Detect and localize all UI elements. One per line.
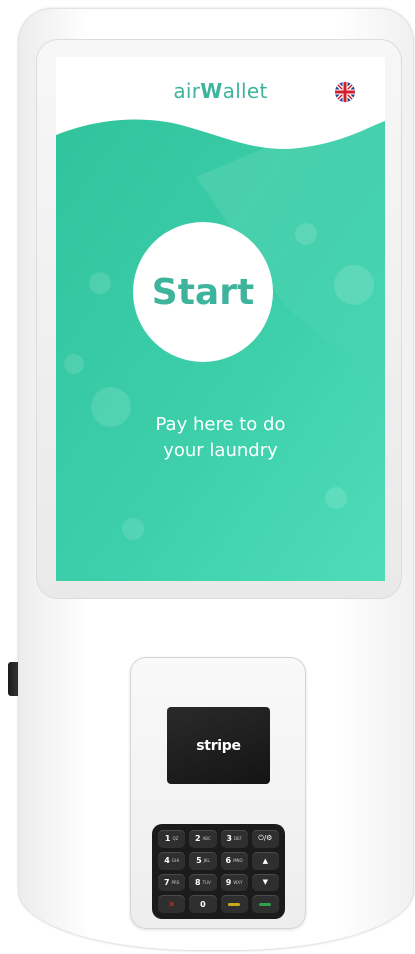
key-1[interactable]: 1 QZ [158, 830, 186, 848]
pay-line-2: your laundry [163, 440, 278, 461]
logo-prefix: air [173, 79, 201, 103]
bubble [325, 487, 347, 509]
stripe-logo: stripe [196, 737, 241, 754]
terminal-screen: stripe [167, 707, 270, 784]
key-down[interactable]: ▼ [251, 873, 279, 892]
key-9[interactable]: 9 WXY [220, 873, 248, 892]
clear-icon [228, 902, 241, 906]
pay-line-1: Pay here to do [155, 414, 286, 435]
confirm-icon [259, 902, 272, 906]
cancel-icon: ✕ [168, 899, 175, 909]
key-0[interactable]: 0 [189, 895, 217, 913]
kiosk-stage: airWallet Start Pay here to do your laun… [0, 0, 415, 954]
bubble [334, 265, 374, 305]
key-3[interactable]: 3 DEF [220, 830, 248, 848]
kiosk-screen: airWallet Start Pay here to do your laun… [56, 57, 385, 581]
pay-instructions: Pay here to do your laundry [56, 412, 385, 464]
start-button[interactable]: Start [133, 222, 273, 362]
key-cancel[interactable]: ✕ [158, 895, 186, 913]
start-label: Start [151, 271, 255, 313]
key-up[interactable]: ▲ [251, 851, 279, 870]
key-2[interactable]: 2 ABC [189, 830, 217, 848]
logo-suffix: allet [222, 79, 268, 103]
key-8[interactable]: 8 TUV [189, 873, 217, 892]
arrow-down-icon: ▼ [262, 878, 269, 887]
card-terminal: stripe 1 QZ 2 ABC 3 DEF ⏻/⚙ 4 GHI 5 JKL 6 MNO … [130, 657, 306, 929]
key-4[interactable]: 4 GHI [158, 851, 186, 870]
logo-bold: W [200, 79, 223, 103]
bubble [122, 518, 144, 540]
uk-flag-icon[interactable] [335, 82, 355, 102]
key-6[interactable]: 6 MNO [220, 851, 248, 870]
arrow-up-icon: ▲ [262, 856, 269, 865]
key-clear[interactable] [220, 895, 248, 913]
bubble [295, 223, 317, 245]
key-5[interactable]: 5 JKL [189, 851, 217, 870]
bubble [64, 354, 84, 374]
pin-keypad: 1 QZ 2 ABC 3 DEF ⏻/⚙ 4 GHI 5 JKL 6 MNO ▲ 7 PRS … [152, 824, 285, 919]
key-7[interactable]: 7 PRS [158, 873, 186, 892]
bubble [89, 272, 111, 294]
power-settings-icon: ⏻/⚙ [258, 834, 273, 843]
key-confirm[interactable] [251, 895, 279, 913]
key-power-settings[interactable]: ⏻/⚙ [251, 830, 279, 848]
